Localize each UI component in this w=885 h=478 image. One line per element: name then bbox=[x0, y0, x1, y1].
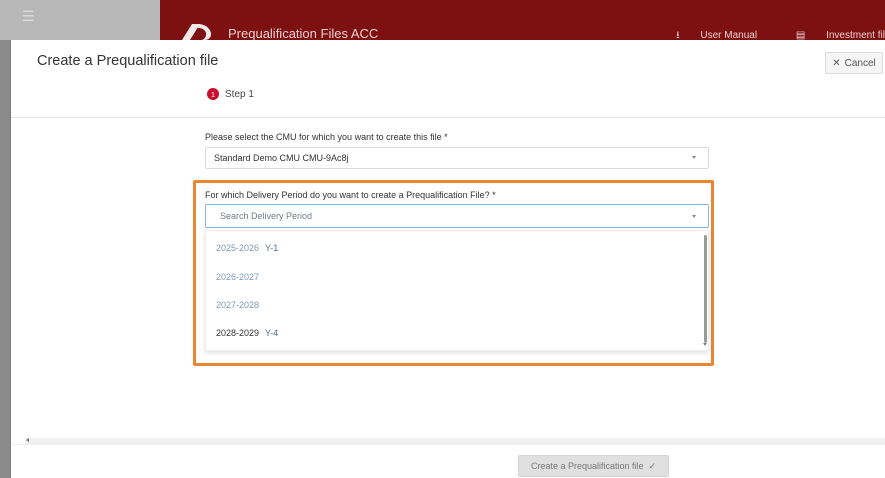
delivery-period-search[interactable] bbox=[205, 204, 709, 228]
cmu-select-value: Standard Demo CMU CMU-9Ac8j bbox=[214, 153, 349, 163]
option-period: 2027-2028 bbox=[216, 300, 260, 310]
option-2027-2028[interactable]: 2027-2028 bbox=[216, 300, 259, 310]
option-period: 2025-2026 bbox=[216, 243, 260, 253]
modal-header: Create a Prequalification file ✕ Cancel … bbox=[11, 40, 885, 118]
step-number-badge: 1 bbox=[207, 88, 219, 100]
option-2028-2029[interactable]: 2028-2029 Y-4 bbox=[216, 328, 278, 338]
brand-logo bbox=[182, 24, 212, 40]
scroll-left-arrow-icon[interactable] bbox=[26, 438, 29, 442]
background-sidebar bbox=[0, 0, 10, 478]
cmu-field-label: Please select the CMU for which you want… bbox=[205, 132, 448, 142]
delivery-period-input[interactable] bbox=[218, 211, 678, 221]
chevron-down-icon bbox=[692, 156, 696, 159]
step-label: Step 1 bbox=[225, 88, 254, 100]
delivery-period-dropdown: 2025-2026 Y-1 2026-2027 2027-2028 2028-2… bbox=[205, 230, 709, 351]
modal-title: Create a Prequalification file bbox=[37, 53, 219, 69]
step-indicator: 1 Step 1 bbox=[207, 88, 254, 100]
menu-icon[interactable]: ☰ bbox=[22, 8, 35, 25]
create-button-label: Create a Prequalification file bbox=[530, 461, 644, 471]
cmu-select[interactable]: Standard Demo CMU CMU-9Ac8j bbox=[205, 147, 709, 169]
cancel-button[interactable]: ✕ Cancel bbox=[825, 52, 883, 74]
option-2026-2027[interactable]: 2026-2027 bbox=[216, 272, 259, 282]
option-tag: Y-1 bbox=[265, 243, 279, 253]
chevron-down-icon[interactable] bbox=[692, 215, 696, 218]
footer-divider bbox=[11, 444, 885, 445]
option-period: 2026-2027 bbox=[216, 272, 260, 282]
delivery-period-label: For which Delivery Period do you want to… bbox=[205, 190, 496, 200]
scroll-down-arrow-icon[interactable] bbox=[703, 343, 707, 346]
create-prequalification-button[interactable]: Create a Prequalification file ✓ bbox=[518, 455, 669, 477]
option-2025-2026[interactable]: 2025-2026 Y-1 bbox=[216, 243, 278, 253]
option-period: 2028-2029 bbox=[216, 328, 260, 338]
app-title: Prequalification Files ACC bbox=[228, 26, 379, 41]
option-tag: Y-4 bbox=[265, 328, 279, 338]
check-icon: ✓ bbox=[648, 460, 657, 471]
close-icon: ✕ bbox=[832, 57, 841, 69]
create-file-modal: Create a Prequalification file ✕ Cancel … bbox=[11, 40, 885, 478]
cancel-label: Cancel bbox=[844, 57, 876, 69]
dropdown-scrollbar[interactable] bbox=[704, 235, 707, 343]
